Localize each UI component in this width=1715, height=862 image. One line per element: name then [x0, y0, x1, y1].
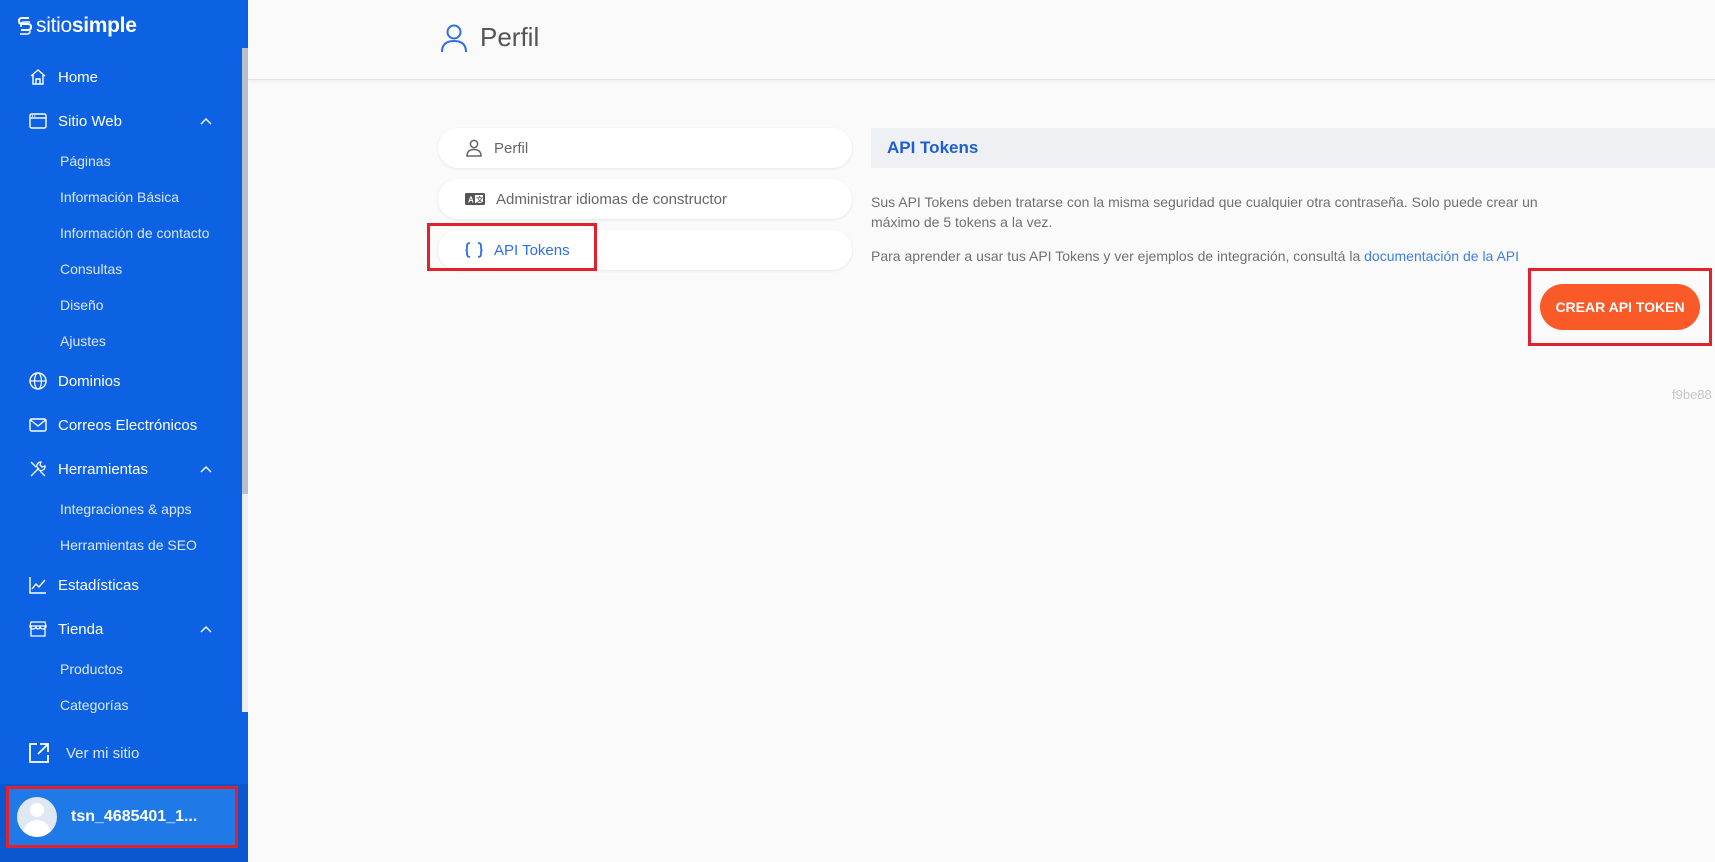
sidebar-subitem-integraciones[interactable]: Integraciones & apps [60, 501, 192, 517]
sidebar-subitem-categorias[interactable]: Categorías [60, 697, 128, 713]
sidebar-item-label: Home [58, 68, 99, 86]
sidebar-subitem-ajustes[interactable]: Ajustes [60, 333, 106, 349]
sidebar-item-label: Estadísticas [58, 576, 139, 594]
chart-line-icon [29, 577, 46, 594]
chevron-up-icon[interactable] [200, 624, 212, 636]
external-link-icon [29, 743, 49, 763]
chevron-up-icon[interactable] [200, 116, 212, 128]
sidebar-subitem-informacion-basica[interactable]: Información Básica [60, 189, 179, 205]
home-icon [30, 69, 46, 85]
version-hash: f9be88 [1672, 387, 1712, 402]
api-doc-paragraph: Para aprender a usar tus API Tokens y ve… [871, 248, 1519, 264]
sidebar-item-home[interactable]: Home [28, 67, 98, 87]
brand-name-bold: simple [71, 14, 137, 37]
sidebar-subitem-productos[interactable]: Productos [60, 661, 123, 677]
sidebar-item-tienda[interactable]: Tienda [28, 619, 103, 639]
tab-perfil[interactable]: Perfil [438, 128, 852, 168]
highlight-box-create-button [1528, 268, 1712, 346]
tab-idiomas[interactable]: A文 Administrar idiomas de constructor [438, 179, 852, 219]
browser-window-icon [29, 113, 47, 129]
sidebar-item-label: Tienda [58, 620, 104, 638]
language-card-icon: A文 [465, 193, 485, 205]
sidebar-scrollbar-thumb[interactable] [242, 48, 248, 494]
sidebar-item-label: Sitio Web [58, 112, 122, 130]
sidebar-subitem-diseno[interactable]: Diseño [60, 297, 104, 313]
api-doc-text: Para aprender a usar tus API Tokens y ve… [871, 248, 1361, 264]
tab-label: Perfil [494, 139, 529, 157]
sidebar-subitem-informacion-contacto[interactable]: Información de contacto [60, 225, 209, 241]
section-title: API Tokens [871, 128, 1715, 168]
sidebar: sitio simple Home Sitio Web Páginas Infor… [0, 0, 248, 862]
brand-name-light: sitio [36, 14, 72, 37]
chevron-up-icon[interactable] [200, 464, 212, 476]
view-site-link[interactable]: Ver mi sitio [26, 740, 139, 766]
store-icon [29, 621, 47, 637]
svg-text:A: A [468, 196, 474, 205]
page-title-text: Perfil [480, 22, 540, 52]
sidebar-item-correos[interactable]: Correos Electrónicos [28, 415, 197, 435]
user-icon [466, 139, 482, 157]
tab-label: Administrar idiomas de constructor [496, 190, 727, 208]
mail-icon [29, 418, 47, 432]
api-token-description: Sus API Tokens deben tratarse con la mis… [871, 194, 1538, 230]
sitiosimple-logo-icon [18, 17, 32, 35]
svg-text:文: 文 [476, 195, 484, 204]
sidebar-item-sitio-web[interactable]: Sitio Web [28, 111, 122, 131]
api-doc-link[interactable]: documentación de la API [1364, 248, 1519, 264]
sidebar-subitem-herramientas-seo[interactable]: Herramientas de SEO [60, 537, 197, 553]
page-title: Perfil [440, 22, 539, 53]
highlight-box-api-tokens-tab [427, 223, 597, 271]
sidebar-item-herramientas[interactable]: Herramientas [28, 459, 148, 479]
user-icon [441, 24, 467, 52]
view-site-label: Ver mi sitio [66, 744, 140, 762]
brand-logo[interactable]: sitio simple [18, 14, 137, 38]
avatar [17, 797, 57, 837]
sidebar-subitem-consultas[interactable]: Consultas [60, 261, 122, 277]
sidebar-subitem-paginas[interactable]: Páginas [60, 153, 111, 169]
sidebar-item-label: Herramientas [58, 460, 149, 478]
sidebar-item-label: Correos Electrónicos [58, 416, 198, 434]
globe-icon [29, 372, 47, 390]
tools-icon [30, 461, 46, 477]
sidebar-item-dominios[interactable]: Dominios [28, 371, 121, 391]
user-account-button[interactable]: tsn_4685401_1... [6, 786, 238, 848]
sidebar-item-estadisticas[interactable]: Estadísticas [28, 575, 139, 595]
sidebar-item-label: Dominios [58, 372, 121, 390]
user-name: tsn_4685401_1... [71, 808, 198, 825]
